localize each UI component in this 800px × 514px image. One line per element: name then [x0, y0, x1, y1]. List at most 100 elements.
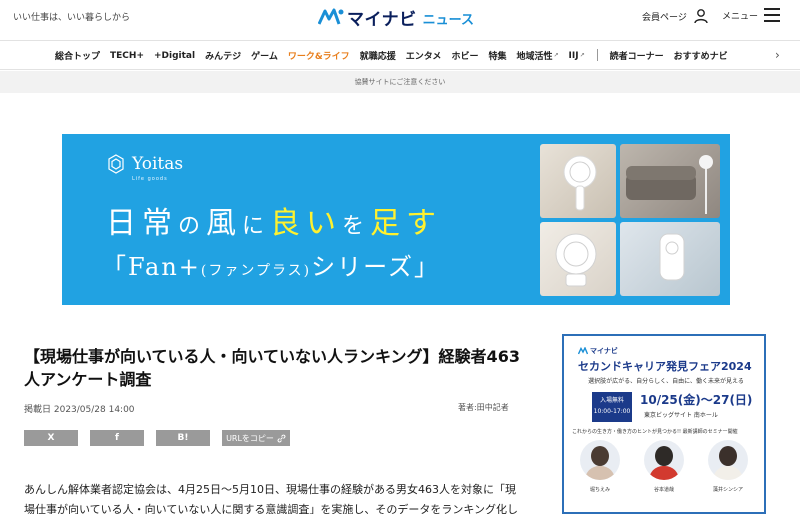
neck-fan-icon	[659, 233, 685, 281]
headline-char: い	[306, 206, 343, 241]
side-ad-subtitle: 選択肢が広がる、自分らしく、自由に、働く未来が見える	[588, 378, 744, 385]
banner-headline: 日常の風に良いを足す	[106, 198, 442, 242]
nav-item[interactable]: みんテジ	[205, 49, 241, 62]
product-photo	[540, 222, 616, 296]
headline-char: 風	[206, 206, 243, 241]
nav-item-label: おすすめナビ	[673, 52, 728, 62]
nav-item-label: ホビー	[451, 52, 479, 62]
author-name: 田中記者	[476, 403, 509, 412]
product-photo	[620, 222, 720, 296]
speaker-list: 堀ちえみ 谷本道哉 藻井シンシア	[574, 440, 754, 493]
side-ad-logo: マイナビ	[578, 346, 618, 356]
nav-divider	[596, 49, 598, 61]
banner-subline-open: 「Fan+	[102, 253, 201, 281]
link-icon	[277, 434, 286, 442]
site-tagline: いい仕事は、いい暮らしから	[13, 13, 131, 23]
headline-char: 足	[370, 206, 407, 241]
hamburger-icon	[764, 8, 781, 22]
nav-item[interactable]: エンタメ	[406, 49, 442, 62]
share-facebook-button[interactable]: f	[90, 430, 144, 446]
side-ad-free-badge: 入場無料 10:00-17:00	[592, 392, 632, 422]
nav-item-label: 地域活性	[516, 52, 553, 62]
member-page-link[interactable]: 会員ページ	[642, 8, 709, 24]
headline-char: 日	[106, 206, 142, 241]
nav-item-label: 総合トップ	[55, 52, 101, 62]
banner-brand-sub: Life goods	[132, 176, 168, 182]
user-icon	[694, 9, 708, 24]
copy-url-label: URLをコピー	[226, 433, 274, 443]
flower-icon	[108, 154, 124, 174]
nav-item[interactable]: +Digital	[154, 49, 195, 62]
side-ad-dates: 10/25(金)〜27(日)	[640, 393, 753, 407]
nav-item[interactable]: 就職応援	[360, 49, 396, 62]
menu-label: メニュー	[722, 11, 759, 22]
side-ad-banner[interactable]: マイナビ セカンドキャリア発見フェア2024 選択肢が広がる、自分らしく、自由に…	[562, 334, 766, 514]
nav-item[interactable]: TECH+	[110, 49, 144, 62]
nav-item[interactable]: ゲーム	[251, 49, 278, 62]
free-time: 10:00-17:00	[593, 408, 631, 415]
logo-mark-icon	[318, 8, 344, 25]
logo-subtext: ニュース	[422, 12, 475, 28]
banner-subline-close: シリーズ」	[311, 253, 440, 281]
handheld-fan-icon	[563, 155, 597, 211]
nav-item[interactable]: 総合トップ	[55, 49, 100, 62]
speaker-card: 堀ちえみ	[574, 440, 626, 493]
site-header: いい仕事は、いい暮らしから マイナビ ニュース 会員ページ メニュー	[0, 0, 800, 36]
nav-item[interactable]: 読者コーナー	[610, 49, 664, 62]
product-photo	[540, 144, 616, 218]
nav-item[interactable]: 地域活性 ↗	[516, 49, 558, 62]
logo-mark-icon	[578, 347, 588, 355]
nav-item-label: TECH+	[110, 50, 144, 61]
menu-button[interactable]: メニュー	[722, 8, 781, 22]
banner-subline: 「Fan+(ファンプラス)シリーズ」	[102, 247, 440, 282]
copy-url-button[interactable]: URLをコピー	[222, 430, 290, 446]
speaker-name: 堀ちえみ	[589, 487, 610, 493]
desk-fan-icon	[555, 233, 597, 287]
speaker-name: 谷本道哉	[653, 487, 674, 493]
author-label: 著者:	[458, 403, 477, 412]
banner-brand-name: Yoitas	[132, 154, 184, 174]
chevron-right-icon[interactable]: ›	[775, 48, 780, 62]
ad-notice-text: 協賛サイトにご注意ください	[354, 78, 446, 86]
side-ad-title: セカンドキャリア発見フェア2024	[578, 360, 752, 373]
speaker-photo	[644, 440, 684, 480]
speaker-name: 藻井シンシア	[712, 487, 743, 493]
nav-item-label: +Digital	[153, 50, 196, 61]
share-buttons: X f B! URLをコピー	[24, 430, 290, 446]
banner-subline-small: (ファンプラス)	[200, 263, 312, 279]
headline-char: 常	[142, 206, 178, 241]
side-ad-tagline: これからの生き方・働き方のヒントが見つかる!! 最新講師のセミナー開催	[572, 429, 738, 435]
nav-item-label: みんテジ	[205, 52, 242, 62]
member-page-label: 会員ページ	[642, 12, 687, 23]
speaker-card: 藻井シンシア	[702, 440, 754, 493]
side-ad-logo-text: マイナビ	[590, 347, 618, 355]
nav-item-label: ワーク&ライフ	[287, 52, 350, 62]
speaker-card: 谷本道哉	[638, 440, 690, 493]
article-date: 掲載日 2023/05/28 14:00	[24, 405, 135, 415]
nav-item[interactable]: おすすめナビ	[674, 49, 728, 62]
external-link-icon: ↗	[553, 52, 559, 59]
share-x-button[interactable]: X	[24, 430, 78, 446]
sofa-fan-icon	[626, 155, 713, 214]
nav-item[interactable]: ワーク&ライフ	[288, 49, 350, 62]
nav-item-label: 読者コーナー	[609, 52, 664, 62]
headline-char: す	[406, 206, 443, 241]
nav-item[interactable]: 特集	[488, 49, 506, 62]
external-link-icon: ↗	[579, 52, 585, 59]
headline-char: の	[178, 214, 207, 239]
nav-item[interactable]: IIJ ↗	[569, 49, 585, 62]
site-logo[interactable]: マイナビ ニュース	[318, 5, 475, 30]
ad-notice-band: 協賛サイトにご注意ください	[0, 71, 800, 93]
side-ad-venue: 東京ビッグサイト 南ホール	[644, 412, 718, 419]
nav-item-label: エンタメ	[405, 52, 442, 62]
share-hatena-button[interactable]: B!	[156, 430, 210, 446]
article-body: あんしん解体業者認定協会は、4月25日〜5月10日、現場仕事の経験がある男女46…	[24, 483, 519, 514]
article-author[interactable]: 著者:田中記者	[458, 402, 509, 413]
nav-item[interactable]: ホビー	[451, 49, 478, 62]
top-ad-banner[interactable]: Yoitas Life goods 日常の風に良いを足す 「Fan+(ファンプラ…	[62, 134, 730, 305]
nav-list: 総合トップ TECH+ +Digital みんテジ ゲーム ワーク&ライフ 就職応援 エンタメ…	[55, 49, 728, 62]
product-photo	[620, 144, 720, 218]
nav-item-label: 就職応援	[359, 52, 396, 62]
nav-item-label: 特集	[488, 52, 507, 62]
logo-text: マイナビ	[347, 9, 417, 30]
